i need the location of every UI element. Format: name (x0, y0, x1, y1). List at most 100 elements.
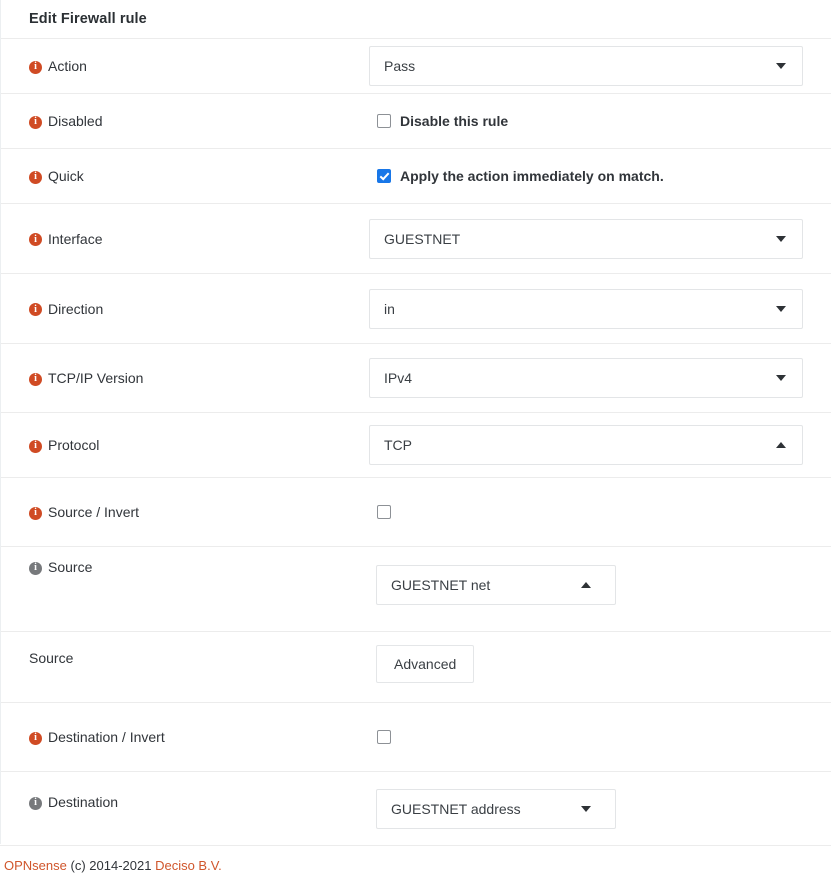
chevron-up-icon[interactable] (581, 582, 591, 588)
field-label: Source (29, 650, 74, 666)
select-source[interactable]: GUESTNET net (376, 565, 616, 605)
form-row-control-cell: GUESTNET (369, 204, 831, 273)
chevron-down-icon[interactable] (776, 63, 786, 69)
edit-firewall-rule-page: Edit Firewall rule Action Pass Disabled Dis… (0, 0, 831, 890)
label-group: Source (29, 559, 92, 575)
checkbox-quick[interactable] (377, 169, 391, 183)
form-row: Direction in (1, 273, 831, 343)
form-row: Destination / Invert (1, 702, 831, 771)
select-value: IPv4 (384, 370, 413, 386)
label-group: TCP/IP Version (29, 370, 143, 386)
form-row-control-cell: Apply the action immediately on match. (369, 149, 831, 203)
form-row-label-cell: Destination / Invert (1, 703, 369, 771)
label-group: Destination (29, 794, 118, 810)
chevron-down-icon[interactable] (776, 235, 786, 242)
opnsense-link[interactable]: OPNsense (4, 858, 67, 873)
checkbox-label: Apply the action immediately on match. (400, 168, 664, 184)
form-row-control-cell: GUESTNET net (369, 547, 831, 631)
firewall-rule-form: Action Pass Disabled Disable this rule Quick… (0, 38, 831, 844)
footer: OPNsense (c) 2014-2021 Deciso B.V. (0, 858, 831, 873)
form-row-label-cell: Interface (1, 204, 369, 273)
label-group: Protocol (29, 437, 99, 453)
footer-divider (0, 845, 831, 846)
label-group: Interface (29, 231, 102, 247)
label-group: Destination / Invert (29, 729, 165, 745)
field-label: Interface (48, 230, 103, 247)
form-row-control-cell: in (369, 274, 831, 343)
field-label: Quick (48, 168, 84, 184)
form-row-label-cell: TCP/IP Version (1, 344, 369, 412)
form-row-control-cell: GUESTNET address (369, 772, 831, 844)
form-row-label-cell: Source / Invert (1, 478, 369, 546)
select-value: TCP (384, 437, 412, 453)
select-tcp-ip-version[interactable]: IPv4 (369, 358, 803, 398)
field-label: Source (48, 559, 93, 575)
checkbox-label: Disable this rule (400, 113, 509, 129)
label-group: Disabled (29, 113, 102, 129)
checkbox-group (369, 730, 391, 744)
form-row-label-cell: Protocol (1, 413, 369, 477)
chevron-down-icon[interactable] (776, 375, 786, 381)
info-icon[interactable] (29, 60, 42, 74)
info-icon[interactable] (29, 170, 42, 184)
chevron-up-icon[interactable] (776, 442, 786, 448)
label-group: Source / Invert (29, 504, 139, 520)
page-header: Edit Firewall rule (0, 0, 831, 38)
form-row: Source GUESTNET net (1, 546, 831, 631)
checkbox-destination-invert[interactable] (377, 730, 391, 744)
info-icon[interactable] (29, 115, 42, 129)
info-icon[interactable] (29, 506, 42, 520)
form-row: Source Advanced (1, 631, 831, 702)
select-value: GUESTNET (384, 230, 461, 247)
form-row-label-cell: Disabled (1, 94, 369, 148)
form-row-control-cell: TCP (369, 413, 831, 477)
select-action[interactable]: Pass (369, 46, 803, 86)
form-row: Source / Invert (1, 477, 831, 546)
form-row-label-cell: Quick (1, 149, 369, 203)
select-destination[interactable]: GUESTNET address (376, 789, 616, 829)
form-row: Destination GUESTNET address (1, 771, 831, 844)
checkbox-source-invert[interactable] (377, 505, 391, 519)
form-row-label-cell: Direction (1, 274, 369, 343)
form-row-control-cell: Pass (369, 39, 831, 93)
field-label: Disabled (48, 113, 103, 129)
info-icon[interactable] (29, 372, 42, 386)
advanced-button[interactable]: Advanced (376, 645, 475, 683)
form-row-label-cell: Source (1, 632, 369, 702)
form-row-label-cell: Source (1, 547, 369, 631)
checkbox-group: Disable this rule (369, 113, 508, 129)
select-value: GUESTNET net (391, 577, 491, 593)
field-label: Direction (48, 300, 104, 317)
chevron-down-icon[interactable] (581, 806, 591, 812)
select-protocol[interactable]: TCP (369, 425, 803, 465)
select-interface[interactable]: GUESTNET (369, 218, 803, 259)
field-label: Destination (48, 794, 119, 810)
form-row: TCP/IP Version IPv4 (1, 343, 831, 412)
deciso-link[interactable]: Deciso B.V. (155, 858, 222, 873)
info-icon[interactable] (29, 303, 42, 316)
info-icon[interactable] (29, 233, 42, 246)
page-title: Edit Firewall rule (29, 11, 147, 27)
select-direction[interactable]: in (369, 288, 803, 329)
select-value: GUESTNET address (391, 801, 521, 817)
field-label: Action (48, 58, 87, 74)
field-label: TCP/IP Version (48, 370, 144, 386)
field-label: Source / Invert (48, 504, 140, 520)
form-row-label-cell: Destination (1, 772, 369, 844)
checkbox-group: Apply the action immediately on match. (369, 168, 664, 184)
chevron-down-icon[interactable] (776, 305, 786, 312)
footer-copyright: (c) 2014-2021 (70, 858, 152, 873)
field-label: Destination / Invert (48, 729, 165, 745)
info-icon[interactable] (29, 561, 42, 575)
form-row-control-cell: Disable this rule (369, 94, 831, 148)
info-icon[interactable] (29, 439, 42, 453)
info-icon[interactable] (29, 731, 42, 745)
checkbox-group (369, 505, 391, 519)
form-row: Quick Apply the action immediately on mat… (1, 148, 831, 203)
label-group: Action (29, 58, 87, 74)
checkbox-disabled[interactable] (377, 114, 391, 128)
form-row: Action Pass (1, 38, 831, 93)
form-row-control-cell (369, 703, 831, 771)
form-row-control-cell: IPv4 (369, 344, 831, 412)
info-icon[interactable] (29, 796, 42, 810)
